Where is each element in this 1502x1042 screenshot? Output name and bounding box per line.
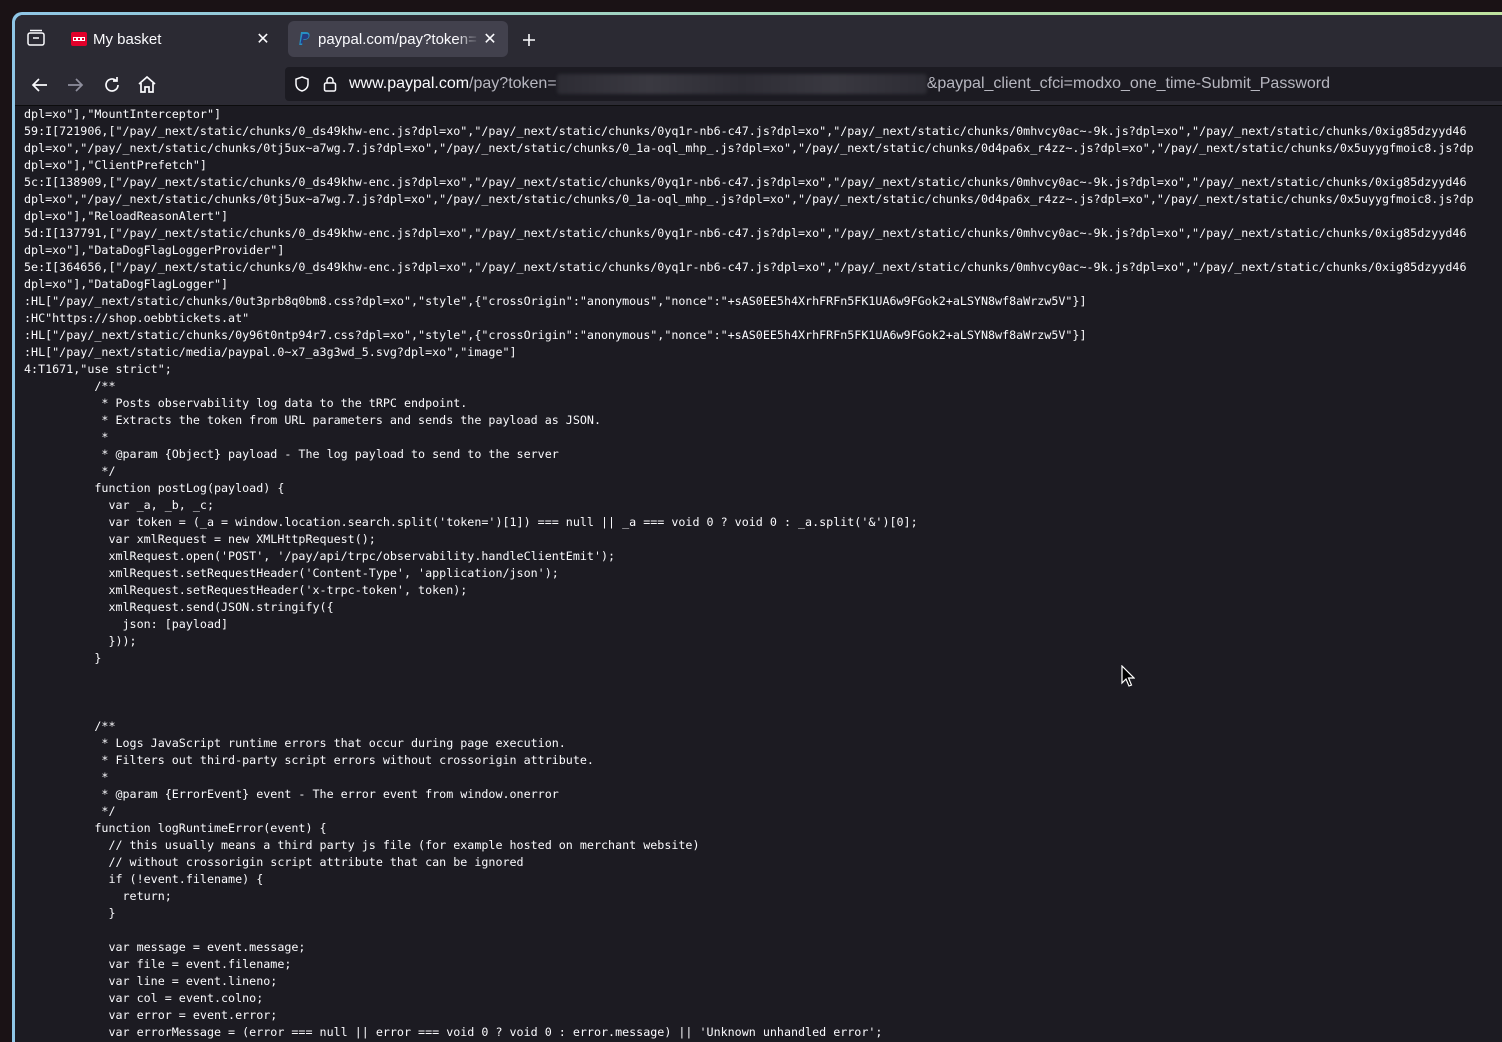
tab-paypal[interactable]: paypal.com/pay?token= ✕ [288,21,508,57]
source-line: var _a, _b, _c; [24,498,214,512]
source-line: */ [24,464,116,478]
page-source-view[interactable]: dpl=xo"],"MountInterceptor"] 59:I[721906,… [15,106,1502,1042]
reload-icon[interactable] [100,73,124,97]
forward-arrow-icon[interactable] [63,73,87,97]
tab-bar: My basket ✕ paypal.com/pay?token= ✕ [15,15,1502,65]
source-line: dpl=xo","/pay/_next/static/chunks/0tj5ux… [24,141,1474,155]
source-line: /** [24,719,116,733]
source-line: var error = event.error; [24,1008,278,1022]
source-line: dpl=xo"],"ClientPrefetch"] [24,158,207,172]
navigation-toolbar: www.paypal.com/pay?token= &paypal_client_… [15,65,1502,106]
source-line: 5d:I[137791,["/pay/_next/static/chunks/0… [24,226,1467,240]
source-line: dpl=xo"],"MountInterceptor"] [24,107,222,121]
plus-icon[interactable] [518,29,540,51]
source-line: var xmlRequest = new XMLHttpRequest(); [24,532,376,546]
url-query-suffix: &paypal_client_cfci=modxo_one_time-Submi… [926,75,1330,92]
source-line: * Logs JavaScript runtime errors that oc… [24,736,566,750]
source-line: 5e:I[364656,["/pay/_next/static/chunks/0… [24,260,1467,274]
source-line: var line = event.lineno; [24,974,278,988]
source-line [24,701,1502,718]
source-line: function logRuntimeError(event) { [24,821,327,835]
source-line: xmlRequest.open('POST', '/pay/api/trpc/o… [24,549,616,563]
tab-my-basket[interactable]: My basket ✕ [63,21,281,57]
source-line: // this usually means a third party js f… [24,838,700,852]
mouse-cursor-icon [1121,665,1135,687]
source-line: xmlRequest.setRequestHeader('x-trpc-toke… [24,583,468,597]
oebb-logo-icon [71,31,87,47]
source-line: * @param {Object} payload - The log payl… [24,447,559,461]
source-line: // without crossorigin script attribute … [24,855,524,869]
tab-title: paypal.com/pay?token= [318,30,477,48]
source-line: var message = event.message; [24,940,306,954]
tab-title: My basket [93,30,162,48]
back-arrow-icon[interactable] [28,73,52,97]
source-line: xmlRequest.send(JSON.stringify({ [24,600,334,614]
source-line: var col = event.colno; [24,991,264,1005]
source-line: */ [24,804,116,818]
address-bar[interactable]: www.paypal.com/pay?token= &paypal_client_… [285,67,1502,101]
lock-icon[interactable] [321,75,339,93]
source-line [24,922,1502,939]
source-line: * Filters out third-party script errors … [24,753,594,767]
source-line: xmlRequest.setRequestHeader('Content-Typ… [24,566,559,580]
source-line: :HL["/pay/_next/static/chunks/0y96t0ntp9… [24,328,1087,342]
source-line: dpl=xo"],"DataDogFlagLogger"] [24,277,229,291]
source-line: } [24,906,116,920]
source-line: * [24,430,109,444]
source-line: var errorMessage = (error === null || er… [24,1025,883,1039]
source-line [24,684,1502,701]
source-code: dpl=xo"],"MountInterceptor"] 59:I[721906,… [15,106,1502,1041]
source-line: * [24,770,109,784]
source-line: })); [24,634,137,648]
source-line: var file = event.filename; [24,957,292,971]
source-line: json: [payload] [24,617,229,631]
source-line: var token = (_a = window.location.search… [24,515,918,529]
tab-overview-icon[interactable] [25,27,47,49]
close-tab-icon[interactable]: ✕ [253,29,273,49]
source-line: dpl=xo"],"ReloadReasonAlert"] [24,209,229,223]
source-line: return; [24,889,172,903]
source-line: 59:I[721906,["/pay/_next/static/chunks/0… [24,124,1467,138]
source-line: * @param {ErrorEvent} event - The error … [24,787,559,801]
close-tab-icon[interactable]: ✕ [480,29,500,49]
source-line: 4:T1671,"use strict"; [24,362,172,376]
source-line: if (!event.filename) { [24,872,264,886]
browser-window: My basket ✕ paypal.com/pay?token= ✕ www.… [12,12,1502,1042]
source-line: * Extracts the token from URL parameters… [24,413,601,427]
source-line: 5c:I[138909,["/pay/_next/static/chunks/0… [24,175,1467,189]
source-line: dpl=xo"],"DataDogFlagLoggerProvider"] [24,243,285,257]
redacted-token [556,74,927,94]
url-path: /pay?token= [469,75,557,92]
source-line: * Posts observability log data to the tR… [24,396,468,410]
source-line: :HC"https://shop.oebbtickets.at" [24,311,250,325]
source-line: :HL["/pay/_next/static/media/paypal.0~x7… [24,345,517,359]
source-line: } [24,651,102,665]
source-line: function postLog(payload) { [24,481,285,495]
source-line: /** [24,379,116,393]
url-host: www.paypal.com [349,75,470,92]
source-line: :HL["/pay/_next/static/chunks/0ut3prb8q0… [24,294,1087,308]
home-icon[interactable] [135,73,159,97]
browser-frame: My basket ✕ paypal.com/pay?token= ✕ www.… [15,15,1502,1042]
shield-icon[interactable] [293,75,311,93]
source-line: dpl=xo","/pay/_next/static/chunks/0tj5ux… [24,192,1474,206]
source-line [24,667,1502,684]
url-text[interactable]: www.paypal.com/pay?token= &paypal_client_… [349,74,1330,94]
paypal-logo-icon [296,31,312,47]
